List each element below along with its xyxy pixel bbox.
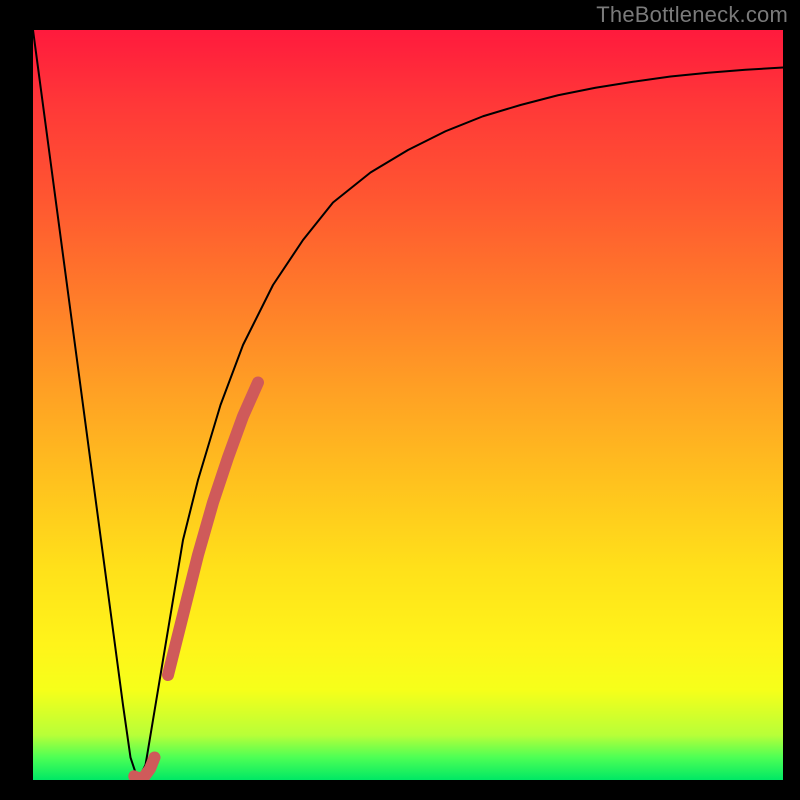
series-highlight-hook xyxy=(134,758,154,779)
chart-svg xyxy=(33,30,783,780)
series-highlight-segment xyxy=(168,383,258,676)
series-bottleneck-curve xyxy=(33,30,783,780)
chart-frame: TheBottleneck.com xyxy=(0,0,800,800)
watermark-text: TheBottleneck.com xyxy=(596,2,788,28)
series-group xyxy=(33,30,783,780)
plot-area xyxy=(33,30,783,780)
